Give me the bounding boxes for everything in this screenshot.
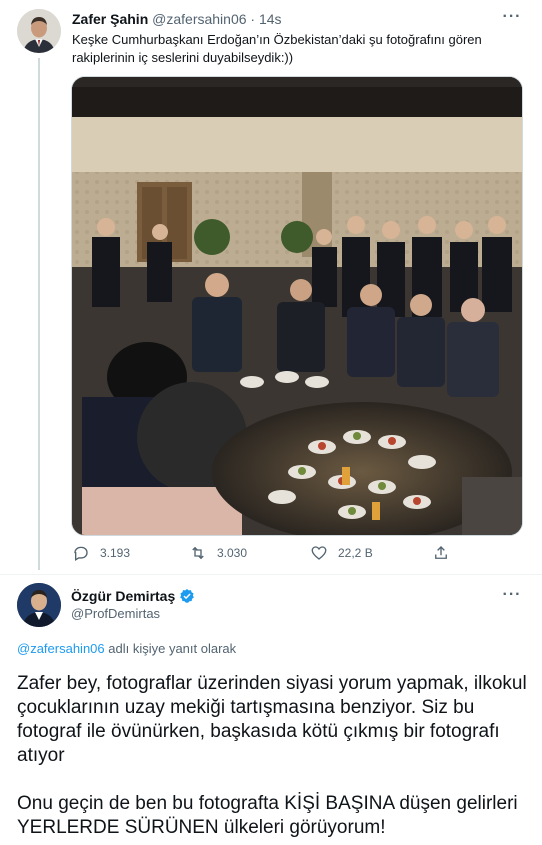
retweet-button[interactable]: 3.030 [189,542,247,564]
author-name[interactable]: Özgür Demirtaş [71,587,175,605]
tweet-divider [0,574,542,575]
replying-to-link[interactable]: @zafersahin06 [17,641,105,656]
more-options-icon[interactable]: ··· [502,587,522,606]
tweet-paragraph: Onu geçin de ben bu fotografta KİŞİ BAŞI… [17,793,518,838]
share-icon [435,546,447,559]
tweet-original[interactable]: Zafer Şahin @zafersahin06 · 14s ··· Keşk… [0,0,542,575]
author-handle[interactable]: @ProfDemirtas [71,605,160,623]
tweet-body: Zafer bey, fotograflar üzerinden siyasi … [17,672,532,840]
tweet-header: Zafer Şahin @zafersahin06 · 14s [72,10,282,28]
tweet-text: Keşke Cumhurbaşkanı Erdoğan’ın Özbekista… [72,32,482,65]
reply-button[interactable]: 3.193 [72,542,130,564]
retweet-icon [192,546,204,560]
like-button[interactable]: 22,2 B [310,542,373,564]
author-name[interactable]: Zafer Şahin [72,11,148,27]
share-button[interactable] [432,542,450,564]
more-options-icon[interactable]: ··· [502,9,522,28]
reply-icon [74,546,88,561]
retweet-count: 3.030 [217,546,248,560]
reply-count: 3.193 [100,546,131,560]
tweet-actions: 3.193 3.030 22,2 B [72,542,502,564]
tweet-timestamp[interactable]: 14s [259,11,282,27]
replying-to-text: adlı kişiye yanıt olarak [104,641,237,656]
avatar[interactable] [17,583,61,627]
tweet-photo[interactable] [71,76,523,536]
replying-to-line: @zafersahin06 adlı kişiye yanıt olarak [17,640,236,658]
heart-icon [311,546,327,560]
photo-image-illustration [72,77,522,535]
avatar[interactable] [17,9,61,53]
author-name-row: Özgür Demirtaş [71,587,195,605]
author-handle[interactable]: @zafersahin06 [152,11,246,27]
dot-separator: · [250,11,256,27]
like-count: 22,2 B [338,546,373,560]
tweet-paragraph: Zafer bey, fotograflar üzerinden siyasi … [17,673,527,766]
verified-badge-icon [180,589,195,603]
